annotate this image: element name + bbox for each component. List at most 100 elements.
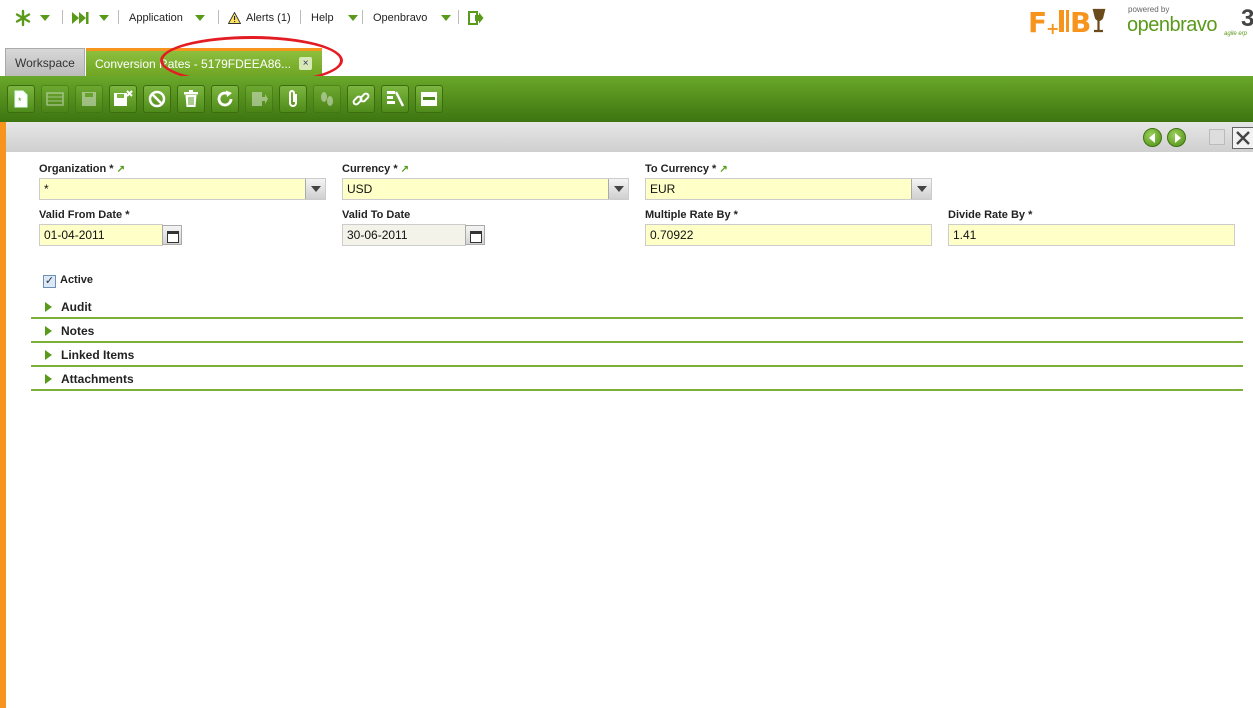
nav-divider bbox=[458, 10, 459, 24]
expand-arrow-icon bbox=[45, 326, 52, 336]
chevron-down-icon bbox=[194, 15, 205, 21]
record-status-bar bbox=[6, 122, 1253, 152]
section-attachments[interactable]: Attachments bbox=[31, 367, 1243, 391]
export-button[interactable] bbox=[245, 85, 273, 113]
to-currency-value: EUR bbox=[650, 182, 676, 196]
grid-icon bbox=[46, 92, 64, 106]
section-title: Linked Items bbox=[61, 348, 135, 362]
quick-create-button[interactable] bbox=[14, 8, 50, 28]
section-title: Attachments bbox=[61, 372, 134, 386]
tools-icon bbox=[387, 91, 405, 107]
dropdown-arrow-icon[interactable] bbox=[608, 179, 628, 199]
close-icon bbox=[1236, 131, 1250, 145]
field-link-icon[interactable]: ↗ bbox=[719, 164, 727, 175]
field-link-icon[interactable]: ↗ bbox=[117, 164, 125, 175]
organization-combo[interactable]: * bbox=[39, 178, 326, 200]
logout-icon bbox=[468, 11, 484, 25]
to-currency-combo[interactable]: EUR bbox=[645, 178, 932, 200]
valid-from-input[interactable]: 01-04-2011 bbox=[39, 224, 163, 246]
currency-label-text: Currency * bbox=[342, 163, 398, 175]
divide-rate-input[interactable]: 1.41 bbox=[948, 224, 1235, 246]
active-label: Active bbox=[60, 274, 94, 286]
warning-icon bbox=[228, 12, 241, 24]
chevron-down-icon[interactable] bbox=[40, 15, 50, 21]
openbravo-wordmark: openbravo bbox=[1127, 14, 1218, 36]
tab-workspace-label: Workspace bbox=[15, 55, 75, 70]
dropdown-arrow-icon[interactable] bbox=[305, 179, 325, 199]
help-menu-label: Help bbox=[311, 12, 334, 24]
svg-text:*: * bbox=[18, 96, 22, 106]
valid-from-label: Valid From Date * bbox=[39, 209, 130, 221]
audit-trail-button[interactable] bbox=[313, 85, 341, 113]
export-icon bbox=[252, 92, 268, 106]
close-form-button[interactable] bbox=[1232, 127, 1253, 149]
maximize-button[interactable] bbox=[1209, 129, 1225, 145]
expand-arrow-icon bbox=[45, 374, 52, 384]
nav-divider bbox=[218, 10, 219, 24]
form-view-icon bbox=[421, 92, 437, 106]
save-button[interactable] bbox=[75, 85, 103, 113]
svg-text:+: + bbox=[1046, 19, 1059, 38]
logout-button[interactable] bbox=[468, 8, 484, 28]
save-and-close-button[interactable] bbox=[109, 85, 137, 113]
multiple-rate-input[interactable]: 0.70922 bbox=[645, 224, 932, 246]
help-menu[interactable]: Help bbox=[311, 8, 358, 28]
client-logo: F + B bbox=[1028, 6, 1106, 38]
expand-arrow-icon bbox=[45, 350, 52, 360]
field-link-icon[interactable]: ↗ bbox=[401, 164, 409, 175]
link-icon bbox=[352, 92, 370, 106]
expand-arrow-icon bbox=[45, 302, 52, 312]
asterisk-icon bbox=[15, 9, 31, 27]
organization-label: Organization * ↗ bbox=[39, 163, 125, 175]
trash-icon bbox=[184, 90, 198, 107]
previous-record-button[interactable] bbox=[1143, 128, 1162, 147]
next-record-button[interactable] bbox=[1167, 128, 1186, 147]
new-document-button[interactable]: * bbox=[7, 85, 35, 113]
dropdown-arrow-icon[interactable] bbox=[911, 179, 931, 199]
paperclip-icon bbox=[289, 90, 297, 107]
alerts-menu[interactable]: Alerts (1) bbox=[228, 8, 291, 28]
svg-text:F: F bbox=[1028, 6, 1047, 38]
footprints-icon bbox=[321, 92, 333, 106]
toggle-view-button[interactable] bbox=[415, 85, 443, 113]
new-in-grid-button[interactable] bbox=[41, 85, 69, 113]
calendar-icon[interactable] bbox=[465, 225, 485, 245]
currency-combo[interactable]: USD bbox=[342, 178, 629, 200]
tagline: agile erp bbox=[1224, 31, 1248, 37]
undo-button[interactable] bbox=[143, 85, 171, 113]
powered-by-label: powered by bbox=[1128, 5, 1170, 14]
application-menu[interactable]: Application bbox=[129, 8, 205, 28]
valid-to-input[interactable]: 30-06-2011 bbox=[342, 224, 466, 246]
organization-value: * bbox=[44, 182, 49, 196]
quick-launch-button[interactable] bbox=[71, 8, 109, 28]
window-toolbar: * bbox=[0, 76, 1253, 122]
cancel-icon bbox=[148, 90, 166, 108]
top-navigation-bar: Application Alerts (1) Help Openbravo F … bbox=[0, 0, 1253, 44]
refresh-icon bbox=[217, 90, 233, 107]
chevron-down-icon bbox=[441, 15, 452, 21]
active-checkbox[interactable]: ✓ bbox=[43, 275, 56, 288]
section-linked-items[interactable]: Linked Items bbox=[31, 343, 1243, 367]
attachment-button[interactable] bbox=[279, 85, 307, 113]
tree-button[interactable] bbox=[381, 85, 409, 113]
section-notes[interactable]: Notes bbox=[31, 319, 1243, 343]
section-audit[interactable]: Audit bbox=[31, 295, 1243, 319]
delete-button[interactable] bbox=[177, 85, 205, 113]
refresh-button[interactable] bbox=[211, 85, 239, 113]
multiple-rate-label: Multiple Rate By * bbox=[645, 209, 738, 221]
valid-to-label: Valid To Date bbox=[342, 209, 411, 221]
section-title: Notes bbox=[61, 324, 95, 338]
calendar-icon[interactable] bbox=[162, 225, 182, 245]
user-menu[interactable]: Openbravo bbox=[373, 8, 452, 28]
application-menu-label: Application bbox=[129, 12, 183, 24]
linked-items-button[interactable] bbox=[347, 85, 375, 113]
chevron-down-icon[interactable] bbox=[99, 15, 109, 21]
user-menu-label: Openbravo bbox=[373, 12, 428, 24]
app-window: Application Alerts (1) Help Openbravo F … bbox=[0, 0, 1253, 708]
floppy-icon bbox=[82, 92, 96, 106]
alerts-label: Alerts (1) bbox=[246, 12, 291, 24]
tab-workspace[interactable]: Workspace bbox=[5, 48, 85, 76]
to-currency-label-text: To Currency * bbox=[645, 163, 717, 175]
version-number: 3 bbox=[1241, 5, 1253, 32]
save-close-icon bbox=[114, 90, 133, 106]
